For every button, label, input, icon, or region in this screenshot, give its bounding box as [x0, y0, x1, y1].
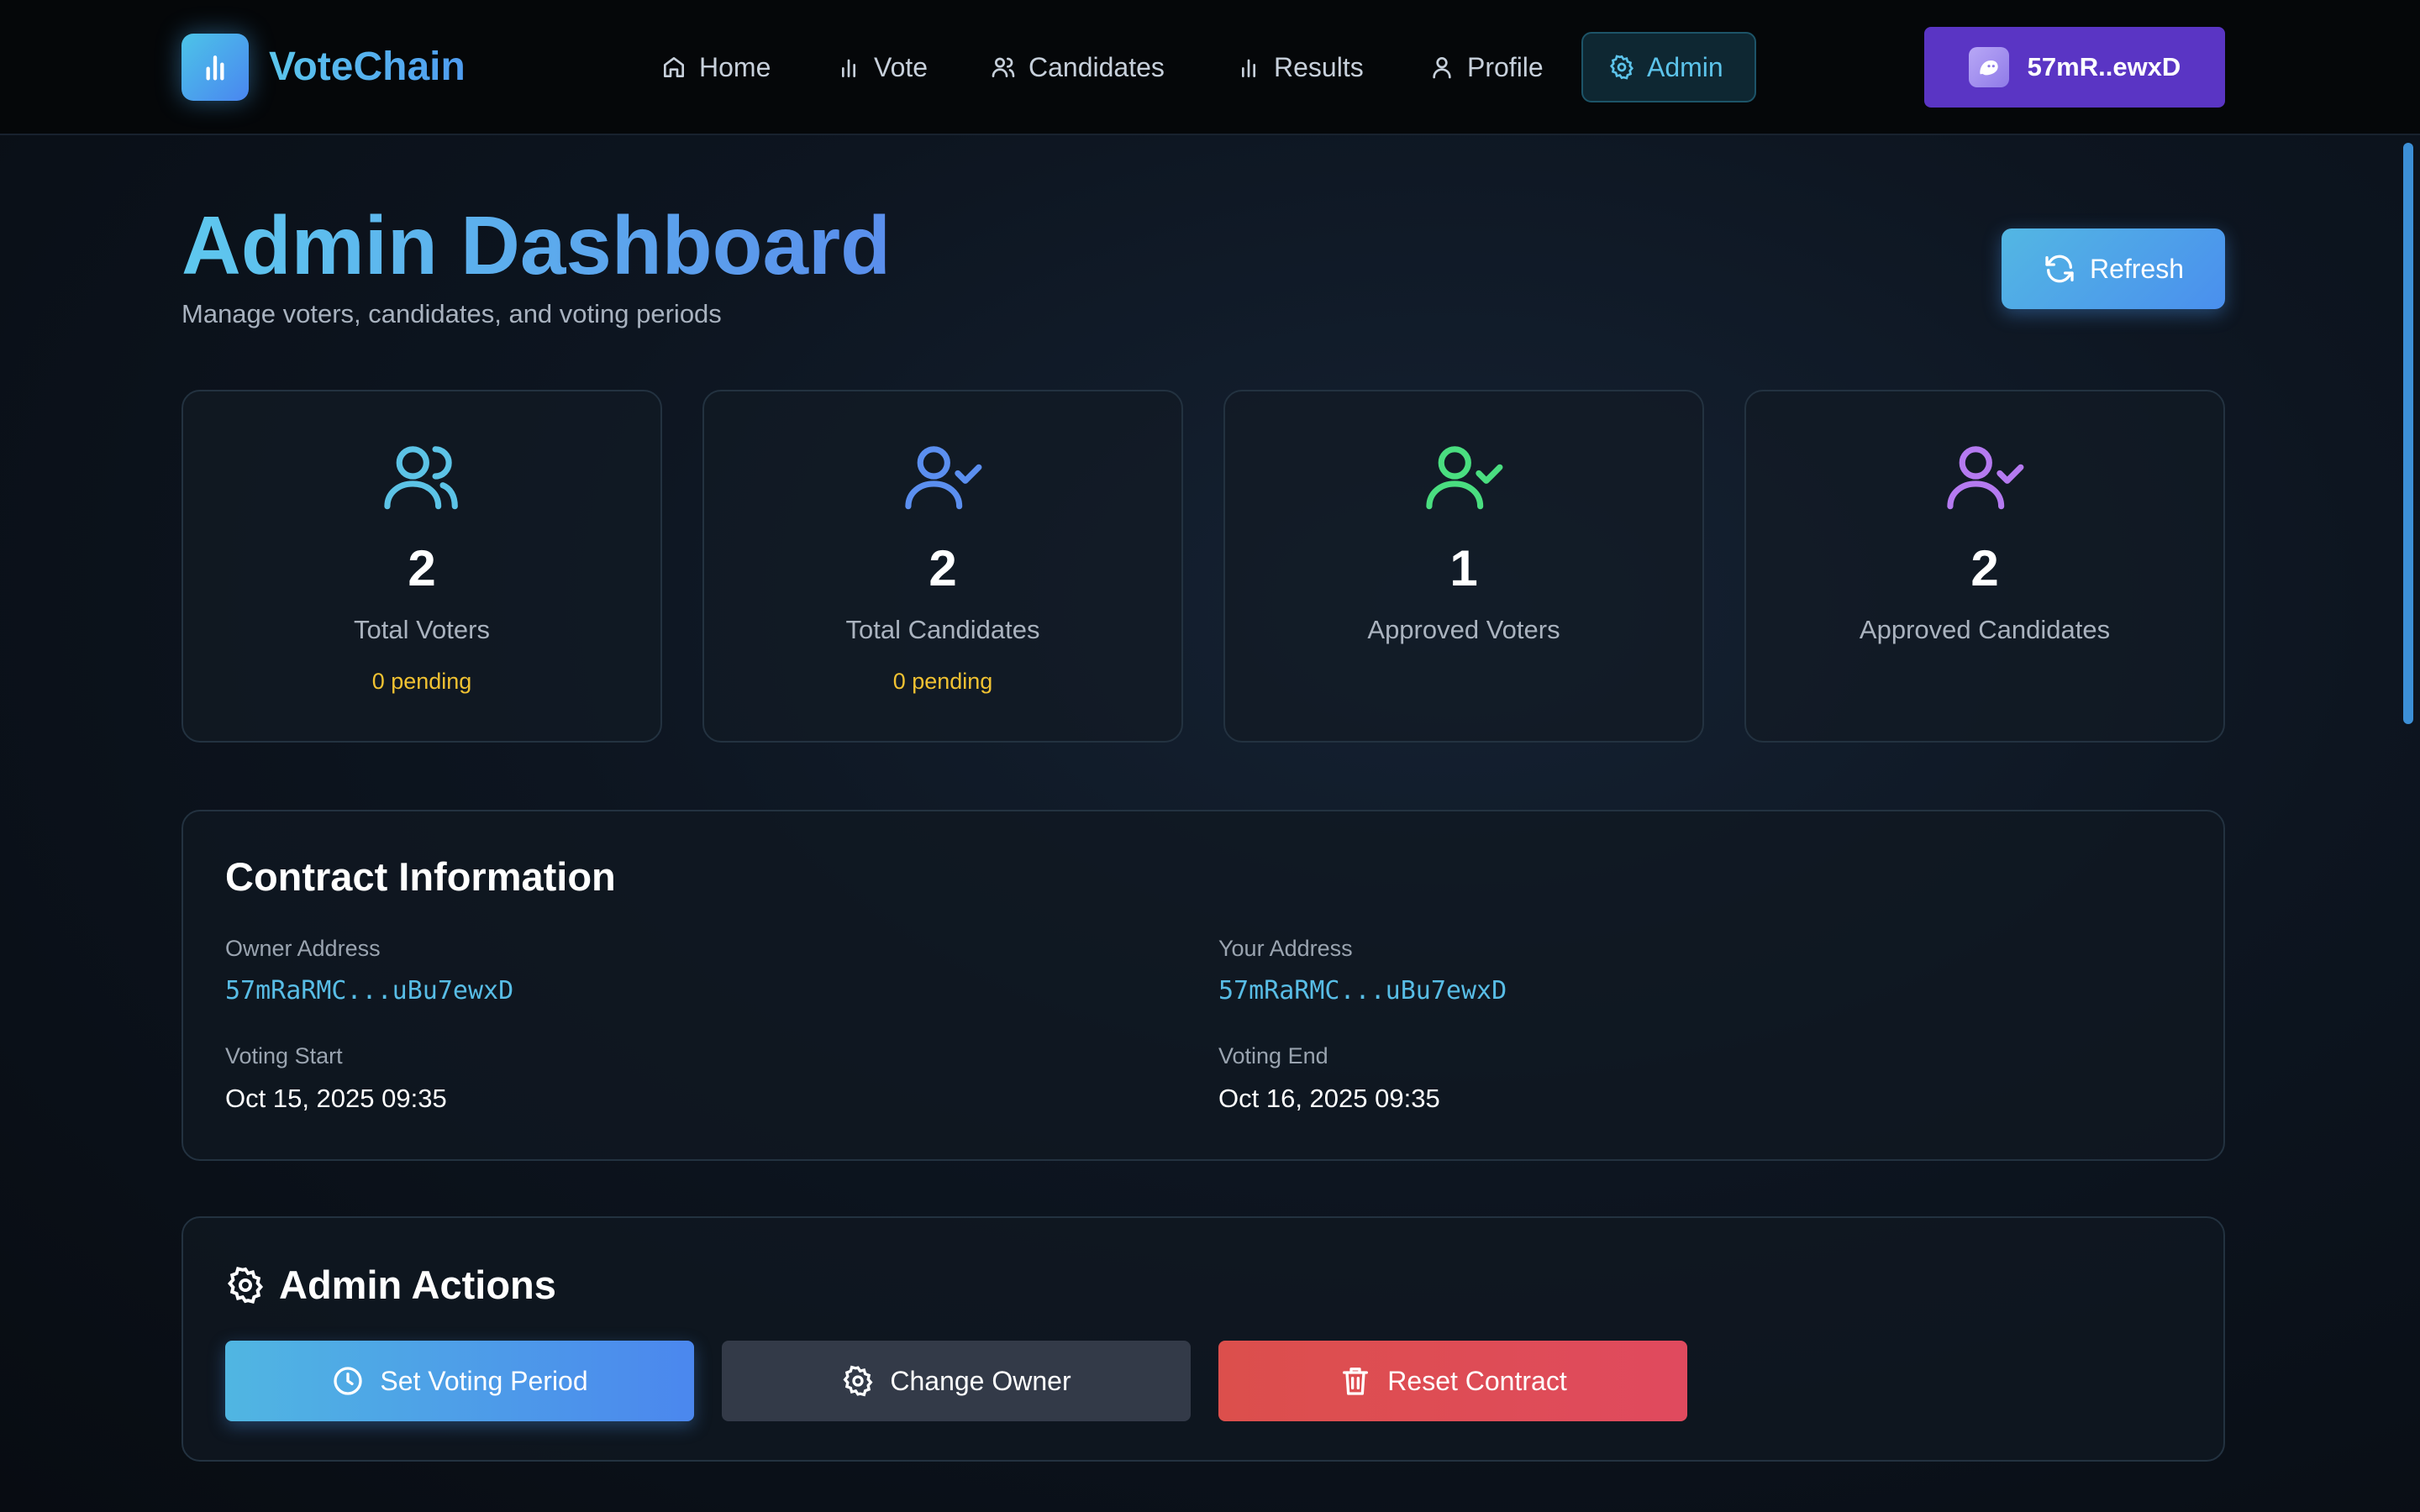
owner-address-value[interactable]: 57mRaRMC...uBu7ewxD: [225, 976, 513, 1005]
user-icon: [1433, 57, 1451, 79]
contract-info-card: Contract Information Owner Address 57mRa…: [182, 810, 2225, 1161]
stat-pending: 0 pending: [892, 669, 993, 694]
page-subtitle: Manage voters, candidates, and voting pe…: [182, 299, 722, 328]
stat-label: Total Voters: [354, 615, 490, 644]
voting-start-label: Voting Start: [225, 1043, 343, 1068]
stat-card-total-candidates: 2 Total Candidates 0 pending: [702, 390, 1183, 743]
voting-end-value: Oct 16, 2025 09:35: [1218, 1084, 1440, 1113]
nav-candidates-label: Candidates: [1028, 51, 1165, 82]
nav-home-label: Home: [699, 51, 771, 82]
nav-candidates[interactable]: Candidates: [965, 32, 1190, 102]
stat-label: Approved Candidates: [1859, 615, 2111, 644]
clock-icon: [334, 1367, 363, 1395]
nav-admin[interactable]: Admin: [1581, 32, 1756, 102]
user-check-icon: [905, 446, 982, 510]
stat-card-approved-candidates: 2 Approved Candidates: [1744, 390, 2225, 743]
page-scrollbar[interactable]: [2403, 143, 2413, 724]
stat-label: Approved Voters: [1367, 615, 1560, 644]
reset-contract-button[interactable]: Reset Contract: [1218, 1341, 1687, 1421]
stat-value: 2: [408, 540, 436, 596]
set-voting-period-button[interactable]: Set Voting Period: [225, 1341, 694, 1421]
gear-icon: [227, 1266, 264, 1304]
ghost-wallet-icon: [1968, 47, 2009, 87]
user-check-icon: [1426, 446, 1503, 510]
stat-value: 2: [929, 540, 957, 596]
nav-admin-label: Admin: [1647, 51, 1723, 82]
trash-icon: [1343, 1368, 1369, 1395]
admin-actions-header: Admin Actions: [225, 1262, 556, 1308]
set-voting-period-label: Set Voting Period: [380, 1365, 588, 1396]
top-navbar: VoteChain Home Vote Candidates Results P…: [0, 0, 2420, 135]
admin-actions-title: Admin Actions: [279, 1263, 556, 1307]
refresh-icon: [2045, 255, 2074, 283]
nav-vote-label: Vote: [874, 51, 929, 82]
reset-contract-label: Reset Contract: [1387, 1365, 1567, 1396]
voting-start-value: Oct 15, 2025 09:35: [225, 1084, 447, 1113]
nav-vote[interactable]: Vote: [810, 32, 953, 102]
stat-value: 2: [1970, 540, 1999, 596]
your-address-label: Your Address: [1218, 936, 1353, 961]
stat-label: Total Candidates: [845, 615, 1040, 644]
bar-chart-icon: [1242, 59, 1255, 77]
app-logo-text[interactable]: VoteChain: [269, 42, 466, 92]
stat-value: 1: [1449, 540, 1478, 596]
stat-card-total-voters: 2 Total Voters 0 pending: [182, 390, 662, 743]
owner-address-label: Owner Address: [225, 936, 381, 961]
home-icon: [664, 57, 684, 77]
nav-profile-label: Profile: [1467, 51, 1544, 82]
user-check-icon: [1947, 446, 2024, 510]
change-owner-label: Change Owner: [890, 1365, 1071, 1396]
your-address-value[interactable]: 57mRaRMC...uBu7ewxD: [1218, 976, 1507, 1005]
admin-actions-card: Admin Actions Set Voting Period Change O…: [182, 1216, 2225, 1462]
refresh-label: Refresh: [2089, 253, 2185, 284]
users-icon: [384, 446, 458, 510]
logo-bar-chart-icon[interactable]: [182, 34, 249, 101]
change-owner-button[interactable]: Change Owner: [722, 1341, 1191, 1421]
users-icon: [992, 57, 1015, 77]
page-title: Admin Dashboard: [182, 195, 891, 296]
stat-card-approved-voters: 1 Approved Voters: [1223, 390, 1704, 743]
contract-info-title: Contract Information: [225, 854, 616, 899]
bar-chart-icon: [842, 59, 855, 77]
refresh-button[interactable]: Refresh: [2002, 228, 2225, 309]
nav-profile[interactable]: Profile: [1403, 32, 1569, 102]
gear-icon: [1609, 55, 1634, 80]
wallet-button[interactable]: 57mR..ewxD: [1924, 27, 2225, 108]
wallet-address: 57mR..ewxD: [2027, 52, 2181, 81]
stat-pending: 0 pending: [371, 669, 472, 694]
voting-end-label: Voting End: [1218, 1043, 1328, 1068]
nav-results[interactable]: Results: [1210, 32, 1389, 102]
gear-icon: [843, 1365, 873, 1397]
nav-results-label: Results: [1274, 51, 1364, 82]
nav-home[interactable]: Home: [635, 32, 796, 102]
